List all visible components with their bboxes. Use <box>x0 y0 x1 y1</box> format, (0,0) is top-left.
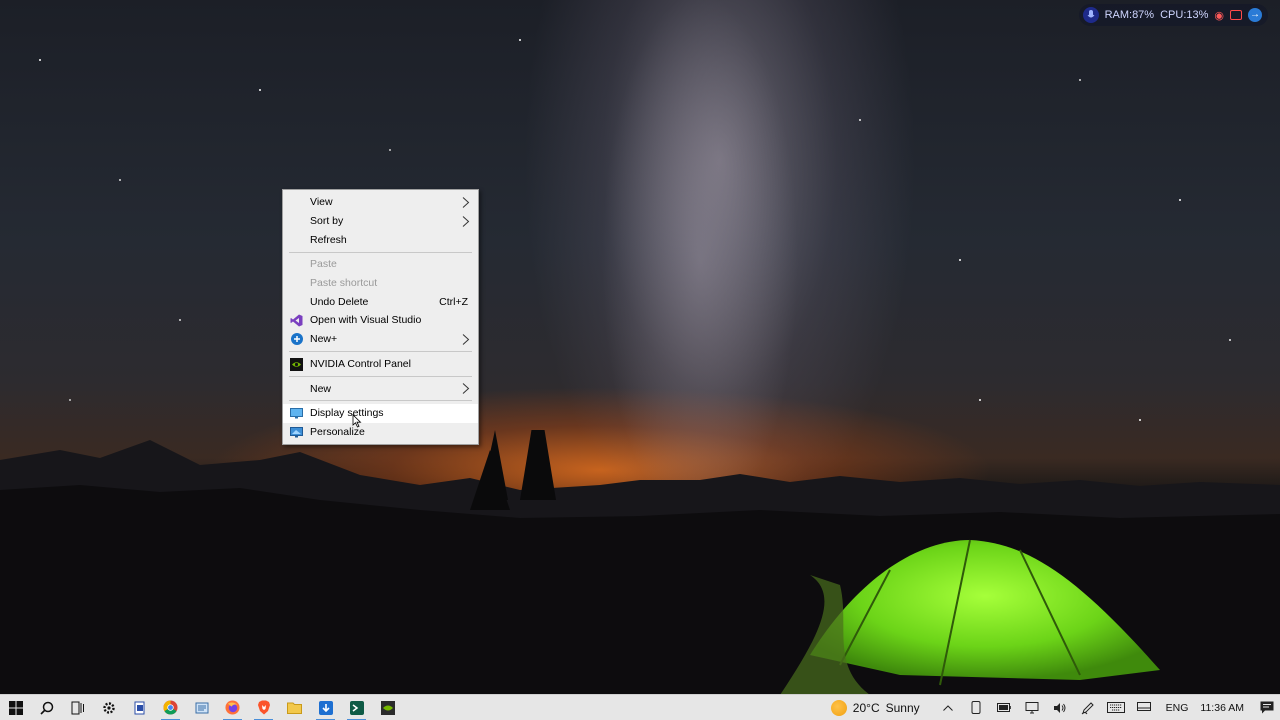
document-app-icon <box>134 701 144 714</box>
menu-item-display-settings[interactable]: Display settings <box>283 403 478 423</box>
menu-item-label: Sort by <box>310 215 344 228</box>
menu-item-label: Refresh <box>310 233 347 246</box>
settings-gear-icon <box>102 701 115 714</box>
menu-item-label: New <box>310 382 332 395</box>
volume-button[interactable] <box>1046 695 1074 720</box>
cpu-usage-text: CPU:13% <box>1160 9 1209 21</box>
display-settings-icon <box>290 407 303 420</box>
taskbar-app-nvidia[interactable] <box>372 695 403 720</box>
device-icon <box>1136 702 1151 711</box>
taskbar-app-settings[interactable] <box>93 695 124 720</box>
touch-keyboard-button[interactable] <box>1102 695 1130 720</box>
menu-item-nvidia-control-panel[interactable]: NVIDIA Control Panel <box>283 355 478 374</box>
taskbar-app-download[interactable] <box>310 695 341 720</box>
taskbar-app-firefox[interactable] <box>217 695 248 720</box>
menu-item-open-with-visual-studio[interactable]: Open with Visual Studio <box>283 311 478 330</box>
task-view-button[interactable] <box>62 695 93 720</box>
windows-start-icon <box>8 700 23 715</box>
menu-item-paste: Paste <box>283 255 478 274</box>
menu-item-label: Paste <box>310 258 337 271</box>
taskbar-app-file[interactable] <box>186 695 217 720</box>
menu-item-new-plus[interactable]: New+ <box>283 330 478 349</box>
arrow-right-icon[interactable]: → <box>1248 8 1262 22</box>
nvidia-icon <box>290 357 303 371</box>
chevron-right-icon <box>462 197 470 208</box>
chevron-right-icon <box>462 215 470 227</box>
menu-separator <box>289 251 472 253</box>
network-icon <box>1025 701 1039 713</box>
search-icon <box>39 701 53 715</box>
mouse-cursor-icon <box>352 414 362 428</box>
weather-temperature: 20°C <box>852 700 880 715</box>
wifi-icon[interactable]: ◉ <box>1214 9 1224 22</box>
file-explorer-icon <box>287 702 302 714</box>
chrome-icon <box>163 700 178 715</box>
glowing-tent <box>780 539 1160 694</box>
menu-item-personalize[interactable]: Personalize <box>283 423 478 442</box>
weather-description: Sunny <box>885 700 920 715</box>
battery-icon <box>996 703 1011 712</box>
chevron-up-icon <box>942 704 953 711</box>
nvidia-app-icon <box>380 700 395 715</box>
keyboard-icon <box>1106 702 1125 713</box>
weather-widget[interactable]: 20°C Sunny <box>830 699 920 716</box>
personalize-icon <box>290 426 303 439</box>
task-view-icon <box>71 701 84 714</box>
sun-icon <box>830 699 847 716</box>
taskbar-app-terminal[interactable] <box>341 695 372 720</box>
menu-item-label: Paste shortcut <box>310 277 378 290</box>
taskbar-app-chrome[interactable] <box>155 695 186 720</box>
menu-item-sort-by[interactable]: Sort by <box>283 212 478 231</box>
microphone-icon[interactable] <box>1082 7 1099 23</box>
visual-studio-icon <box>290 314 303 327</box>
network-button[interactable] <box>1018 695 1046 720</box>
volume-icon <box>1053 702 1066 713</box>
system-monitor-widget[interactable]: RAM:87% CPU:13% ◉ → <box>1078 4 1268 26</box>
taskbar-app-brave[interactable] <box>248 695 279 720</box>
menu-item-refresh[interactable]: Refresh <box>283 230 478 249</box>
plus-circle-icon <box>290 333 303 346</box>
menu-item-label: Display settings <box>310 407 384 420</box>
chevron-right-icon <box>462 383 470 395</box>
menu-item-shortcut: Ctrl+Z <box>439 295 468 308</box>
desktop-context-menu: View Sort by Refresh Paste Paste shortcu… <box>282 189 479 446</box>
ram-usage-text: RAM:87% <box>1104 9 1155 21</box>
recording-icon[interactable] <box>1230 10 1242 20</box>
battery-button[interactable] <box>990 695 1018 720</box>
desktop-wallpaper[interactable] <box>0 0 1280 694</box>
menu-item-paste-shortcut: Paste shortcut <box>283 274 478 293</box>
menu-separator <box>289 351 472 352</box>
pen-icon <box>1081 701 1094 714</box>
input-language-indicator[interactable]: ENG <box>1158 702 1197 714</box>
device-button[interactable] <box>1130 695 1158 720</box>
start-button[interactable] <box>0 695 31 720</box>
taskbar-clock[interactable]: 11:36 AM <box>1196 702 1254 714</box>
taskbar: 20°C Sunny ENG 11:36 AM <box>0 694 1280 720</box>
menu-item-label: Undo Delete <box>310 295 369 308</box>
chevron-right-icon <box>462 333 470 345</box>
menu-item-undo-delete[interactable]: Undo Delete Ctrl+Z <box>283 292 478 311</box>
taskbar-app-document[interactable] <box>124 695 155 720</box>
phone-link-icon <box>971 701 981 714</box>
file-app-icon <box>195 702 208 713</box>
taskbar-app-file-explorer[interactable] <box>279 695 310 720</box>
menu-item-new[interactable]: New <box>283 379 478 398</box>
menu-item-label: NVIDIA Control Panel <box>310 357 411 370</box>
download-app-icon <box>318 700 333 715</box>
pen-workspace-button[interactable] <box>1074 695 1102 720</box>
brave-icon <box>257 700 270 715</box>
notification-icon <box>1260 701 1274 714</box>
menu-separator <box>289 400 472 402</box>
tray-app-icon[interactable] <box>962 695 990 720</box>
terminal-app-icon <box>349 700 364 715</box>
menu-item-label: New+ <box>310 333 338 346</box>
menu-item-label: View <box>310 196 333 209</box>
firefox-icon <box>225 700 240 715</box>
search-button[interactable] <box>31 695 62 720</box>
show-hidden-icons-button[interactable] <box>934 695 962 720</box>
menu-item-label: Open with Visual Studio <box>310 314 422 327</box>
menu-item-view[interactable]: View <box>283 193 478 212</box>
notification-center-button[interactable] <box>1254 695 1280 720</box>
menu-separator <box>289 375 472 377</box>
